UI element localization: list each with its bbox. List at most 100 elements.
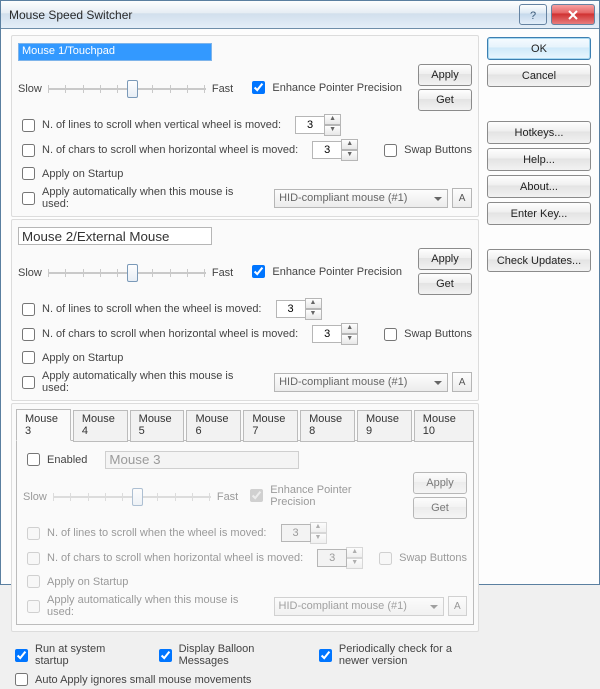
mouse3-enabled-label: Enabled	[47, 454, 87, 466]
help-button[interactable]: Help...	[487, 148, 591, 171]
mouse2-lines-label: N. of lines to scroll when the wheel is …	[42, 303, 262, 315]
mouse3-swap-label: Swap Buttons	[399, 552, 467, 564]
mouse1-lines-checkbox[interactable]	[22, 119, 35, 132]
mouse3-lines-label: N. of lines to scroll when the wheel is …	[47, 527, 267, 539]
right-buttons: OK Cancel Hotkeys... Help... About... En…	[487, 35, 591, 578]
autoapply-ignore-label: Auto Apply ignores small mouse movements	[35, 674, 251, 686]
mouse3-a-button: A	[448, 596, 467, 616]
window-title: Mouse Speed Switcher	[9, 8, 515, 22]
mouse1-enhance-checkbox[interactable]	[252, 81, 265, 94]
mouse3-device-dropdown: HID-compliant mouse (#1)	[274, 597, 444, 616]
mouse1-chars-spinner[interactable]: ▲▼	[312, 139, 358, 161]
fast-label: Fast	[212, 83, 233, 95]
mouse2-swap-checkbox[interactable]	[384, 328, 397, 341]
tab-mouse7[interactable]: Mouse 7	[243, 410, 298, 442]
tab-mouse5[interactable]: Mouse 5	[130, 410, 185, 442]
mouse3-startup-checkbox	[27, 575, 40, 588]
check-updates-button[interactable]: Check Updates...	[487, 249, 591, 272]
mouse2-chars-spinner[interactable]: ▲▼	[312, 323, 358, 345]
fast-label-3: Fast	[217, 491, 238, 503]
mouse2-chars-checkbox[interactable]	[22, 328, 35, 341]
tab-mouse10[interactable]: Mouse 10	[414, 410, 474, 442]
mouse1-a-button[interactable]: A	[452, 188, 472, 208]
balloon-label: Display Balloon Messages	[179, 643, 277, 667]
mouse2-enhance-checkbox[interactable]	[252, 265, 265, 278]
periodic-checkbox[interactable]	[319, 649, 332, 662]
titlebar: Mouse Speed Switcher ?	[1, 1, 599, 29]
mouse1-auto-checkbox[interactable]	[22, 192, 35, 205]
mouse3-lines-checkbox	[27, 527, 40, 540]
mouse1-lines-label: N. of lines to scroll when vertical whee…	[42, 119, 281, 131]
mouse1-device-dropdown[interactable]: HID-compliant mouse (#1)	[274, 189, 448, 208]
about-button[interactable]: About...	[487, 175, 591, 198]
svg-text:?: ?	[530, 10, 536, 21]
content: Mouse 1/Touchpad Slow Fast	[1, 29, 599, 584]
mouse3-enhance-label: Enhance Pointer Precision	[270, 484, 397, 508]
mouse1-startup-label: Apply on Startup	[42, 168, 123, 180]
hotkeys-button[interactable]: Hotkeys...	[487, 121, 591, 144]
mouse1-get-button[interactable]: Get	[418, 89, 472, 111]
mouse3-apply-button: Apply	[413, 472, 467, 494]
run-startup-label: Run at system startup	[35, 643, 116, 667]
mouse2-device-dropdown[interactable]: HID-compliant mouse (#1)	[274, 373, 448, 392]
mouse2-auto-label: Apply automatically when this mouse is u…	[42, 370, 262, 394]
run-startup-checkbox[interactable]	[15, 649, 28, 662]
tab-mouse4[interactable]: Mouse 4	[73, 410, 128, 442]
mouse2-lines-checkbox[interactable]	[22, 303, 35, 316]
mouse2-a-button[interactable]: A	[452, 372, 472, 392]
mouse3-enhance-checkbox	[250, 489, 263, 502]
ok-button[interactable]: OK	[487, 37, 591, 60]
app-window: Mouse Speed Switcher ? Mouse 1/Touchpad …	[0, 0, 600, 585]
tab-mouse9[interactable]: Mouse 9	[357, 410, 412, 442]
autoapply-ignore-checkbox[interactable]	[15, 673, 28, 686]
mouse1-speed-slider[interactable]	[48, 77, 206, 101]
mouse1-swap-checkbox[interactable]	[384, 144, 397, 157]
tabstrip: Mouse 3 Mouse 4 Mouse 5 Mouse 6 Mouse 7 …	[16, 408, 474, 440]
mouse2-name-input[interactable]	[18, 227, 212, 245]
mouse1-apply-button[interactable]: Apply	[418, 64, 472, 86]
mouse1-panel: Mouse 1/Touchpad Slow Fast	[11, 35, 479, 217]
mouse2-startup-label: Apply on Startup	[42, 352, 123, 364]
mouse3-auto-checkbox	[27, 600, 40, 613]
cancel-button[interactable]: Cancel	[487, 64, 591, 87]
mouse3-speed-slider	[53, 485, 211, 509]
mouse3-chars-spinner: ▲▼	[317, 547, 363, 569]
mouse1-name-input[interactable]: Mouse 1/Touchpad	[18, 43, 212, 61]
fast-label-2: Fast	[212, 267, 233, 279]
extra-mice-panel: Mouse 3 Mouse 4 Mouse 5 Mouse 6 Mouse 7 …	[11, 403, 479, 632]
mouse1-chars-checkbox[interactable]	[22, 144, 35, 157]
mouse2-speed-slider[interactable]	[48, 261, 206, 285]
tab-mouse8[interactable]: Mouse 8	[300, 410, 355, 442]
tab-body: Enabled Slow	[16, 440, 474, 625]
mouse3-name-input	[105, 451, 299, 469]
tab-mouse6[interactable]: Mouse 6	[186, 410, 241, 442]
mouse3-get-button: Get	[413, 497, 467, 519]
mouse1-chars-label: N. of chars to scroll when horizontal wh…	[42, 144, 298, 156]
slow-label-3: Slow	[23, 491, 47, 503]
enterkey-button[interactable]: Enter Key...	[487, 202, 591, 225]
mouse1-enhance-label: Enhance Pointer Precision	[272, 82, 402, 94]
mouse2-enhance-label: Enhance Pointer Precision	[272, 266, 402, 278]
periodic-label: Periodically check for a newer version	[339, 643, 479, 667]
mouse3-chars-label: N. of chars to scroll when horizontal wh…	[47, 552, 303, 564]
mouse3-enabled-checkbox[interactable]	[27, 453, 40, 466]
mouse3-chars-checkbox	[27, 552, 40, 565]
mouse2-lines-spinner[interactable]: ▲▼	[276, 298, 322, 320]
mouse2-startup-checkbox[interactable]	[22, 351, 35, 364]
mouse1-lines-spinner[interactable]: ▲▼	[295, 114, 341, 136]
slow-label-2: Slow	[18, 267, 42, 279]
mouse2-auto-checkbox[interactable]	[22, 376, 35, 389]
mouse2-get-button[interactable]: Get	[418, 273, 472, 295]
mouse3-startup-label: Apply on Startup	[47, 576, 128, 588]
balloon-checkbox[interactable]	[159, 649, 172, 662]
mouse2-swap-label: Swap Buttons	[404, 328, 472, 340]
mouse3-lines-spinner: ▲▼	[281, 522, 327, 544]
mouse1-startup-checkbox[interactable]	[22, 167, 35, 180]
close-icon[interactable]	[551, 4, 595, 25]
tab-mouse3[interactable]: Mouse 3	[16, 409, 71, 441]
help-icon[interactable]: ?	[519, 4, 547, 25]
mouse2-chars-label: N. of chars to scroll when horizontal wh…	[42, 328, 298, 340]
mouse1-auto-label: Apply automatically when this mouse is u…	[42, 186, 262, 210]
mouse2-apply-button[interactable]: Apply	[418, 248, 472, 270]
footer: Run at system startup Display Balloon Me…	[11, 640, 479, 689]
